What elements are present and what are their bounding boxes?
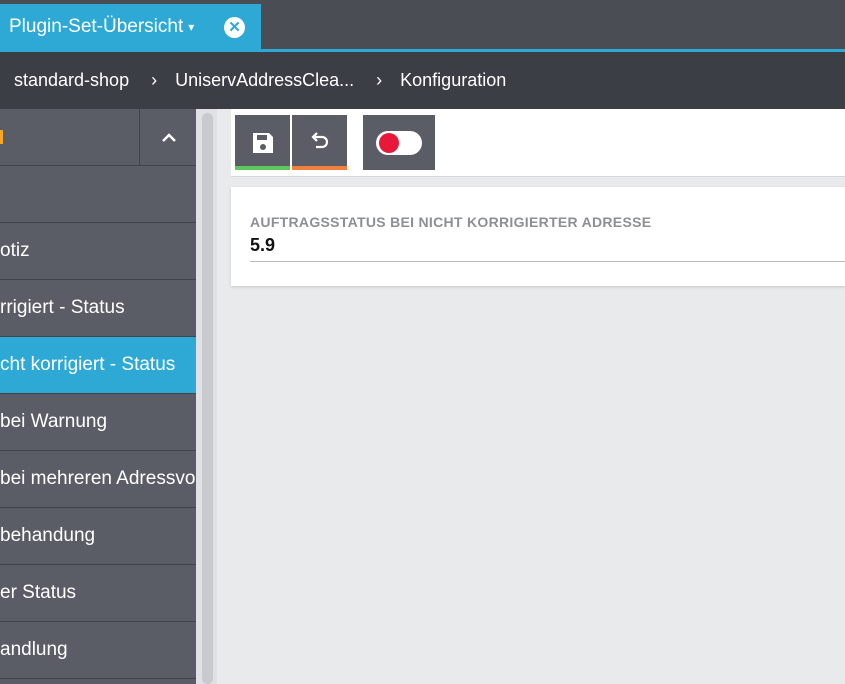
sidebar-item-korrigiert-status[interactable]: rrigiert - Status (0, 280, 196, 337)
sidebar-item-nicht-korrigiert-status[interactable]: cht korrigiert - Status (0, 337, 196, 394)
sidebar-item-behandlung[interactable]: andlung (0, 622, 196, 679)
toggle-switch (376, 130, 422, 155)
sidebar-scrollbar-thumb[interactable] (202, 113, 213, 684)
chevron-right-icon: › (376, 70, 383, 90)
sidebar-header-title[interactable] (0, 109, 140, 166)
tab-bar: Plugin-Set-Übersicht ▾ ✕ (0, 0, 845, 52)
sidebar-item-label: rrigiert - Status (0, 297, 125, 318)
sidebar-item-label: er Status (0, 582, 77, 603)
breadcrumb: standard-shop › UniservAddressClea... › … (0, 52, 845, 109)
sidebar-item-label: andlung (0, 639, 68, 660)
sidebar-item-bei-mehreren-adressvorschlaegen[interactable]: bei mehreren Adressvo (0, 451, 196, 508)
input-underline (250, 261, 845, 262)
sidebar: otiz rrigiert - Status cht korrigiert - … (0, 109, 196, 684)
order-status-input[interactable]: 5.9 (250, 235, 275, 256)
sidebar-item-label: bei mehreren Adressvo (0, 468, 196, 489)
toggle-knob (379, 132, 399, 153)
sidebar-header (0, 109, 196, 166)
save-button[interactable] (235, 115, 290, 170)
sidebar-item-label: bei Warnung (0, 411, 108, 432)
sidebar-item-bei-warnung[interactable]: bei Warnung (0, 394, 196, 451)
sidebar-item-status[interactable]: er Status (0, 565, 196, 622)
field-label: AUFTRAGSSTATUS BEI NICHT KORRIGIERTER AD… (250, 214, 652, 230)
caret-down-icon[interactable]: ▾ (188, 20, 194, 34)
save-button-accent (235, 166, 290, 170)
floppy-disk-icon (252, 132, 273, 153)
undo-icon (310, 131, 328, 148)
breadcrumb-item-shop[interactable]: standard-shop (14, 70, 129, 91)
chevron-right-icon: › (151, 70, 158, 90)
sidebar-item-label: behandung (0, 525, 96, 546)
sidebar-item-label: otiz (0, 240, 30, 261)
sidebar-item-behandung[interactable]: behandung (0, 508, 196, 565)
sidebar-item-label: cht korrigiert - Status (0, 354, 176, 375)
tab-plugin-set-overview[interactable]: Plugin-Set-Übersicht ▾ ✕ (0, 4, 261, 50)
tab-title: Plugin-Set-Übersicht (9, 16, 184, 37)
config-card: AUFTRAGSSTATUS BEI NICHT KORRIGIERTER AD… (231, 187, 845, 286)
breadcrumb-item-configuration[interactable]: Konfiguration (400, 70, 506, 91)
sidebar-item[interactable] (0, 166, 196, 223)
chevron-up-icon[interactable] (141, 109, 196, 166)
close-icon[interactable]: ✕ (224, 17, 245, 38)
sidebar-header-marker (0, 130, 3, 144)
active-toggle[interactable] (363, 115, 435, 170)
breadcrumb-item-plugin[interactable]: UniservAddressClea... (175, 70, 354, 91)
undo-button-accent (292, 166, 347, 170)
undo-button[interactable] (292, 115, 347, 170)
toolbar (231, 109, 845, 177)
sidebar-item-notiz[interactable]: otiz (0, 223, 196, 280)
